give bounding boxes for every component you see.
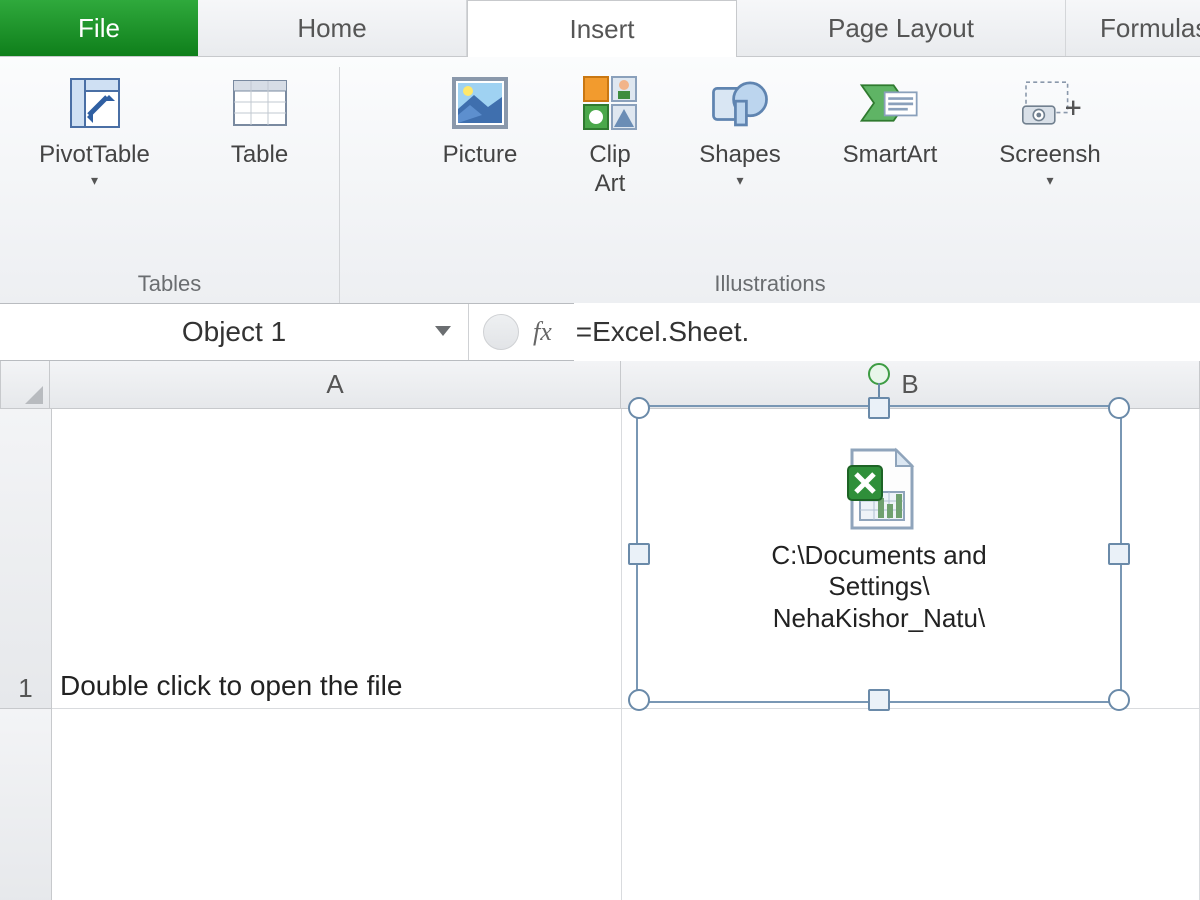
- cancel-formula-disabled: [483, 314, 519, 350]
- pivot-table-button[interactable]: PivotTable ▾: [10, 67, 180, 271]
- embedded-object-caption: C:\Documents and Settings\ NehaKishor_Na…: [771, 540, 986, 634]
- select-all-corner[interactable]: [0, 361, 50, 409]
- screenshot-button[interactable]: Screensh ▾: [975, 67, 1125, 271]
- dropdown-icon: ▾: [91, 172, 98, 189]
- ribbon-group-illustrations: Picture Clip Art: [340, 67, 1200, 303]
- ribbon-tabs: File Home Insert Page Layout Formulas: [0, 0, 1200, 57]
- picture-icon: [448, 71, 512, 135]
- clipart-button[interactable]: Clip Art: [555, 67, 665, 271]
- table-button[interactable]: Table: [190, 67, 330, 271]
- embedded-object-content: C:\Documents and Settings\ NehaKishor_Na…: [638, 407, 1120, 701]
- table-icon: [228, 71, 292, 135]
- cell-a1[interactable]: Double click to open the file: [52, 409, 622, 709]
- shapes-button[interactable]: Shapes ▾: [675, 67, 805, 271]
- ribbon: PivotTable ▾ Table Tabl: [0, 57, 1200, 304]
- tab-formulas[interactable]: Formulas: [1066, 0, 1200, 56]
- formula-input[interactable]: [574, 303, 1200, 361]
- shapes-icon: [708, 71, 772, 135]
- formula-bar: Object 1 fx: [0, 304, 1200, 361]
- group-label-tables: Tables: [138, 271, 202, 303]
- picture-button[interactable]: Picture: [415, 67, 545, 271]
- chevron-down-icon[interactable]: [432, 316, 454, 348]
- screenshot-label: Screensh: [999, 141, 1100, 170]
- excel-file-icon: [834, 444, 924, 534]
- column-headers: A B: [0, 361, 1200, 409]
- smartart-button[interactable]: SmartArt: [815, 67, 965, 271]
- name-box-value: Object 1: [182, 316, 286, 348]
- smartart-icon: [858, 71, 922, 135]
- name-box[interactable]: Object 1: [0, 304, 469, 360]
- screenshot-icon: [1018, 71, 1082, 135]
- pivot-table-label: PivotTable: [39, 141, 150, 170]
- cell-a2[interactable]: [52, 709, 622, 900]
- row-header-1[interactable]: 1: [0, 409, 52, 709]
- ribbon-group-tables: PivotTable ▾ Table Tabl: [0, 67, 340, 303]
- cell-b2[interactable]: [622, 709, 1200, 900]
- row-header-2[interactable]: [0, 709, 52, 900]
- tab-insert[interactable]: Insert: [467, 0, 737, 57]
- smartart-label: SmartArt: [843, 141, 938, 170]
- dropdown-icon: ▾: [1046, 172, 1053, 189]
- tab-file[interactable]: File: [0, 0, 198, 56]
- dropdown-icon: ▾: [736, 172, 743, 189]
- picture-label: Picture: [443, 141, 518, 170]
- table-label: Table: [231, 141, 288, 170]
- clipart-icon: [578, 71, 642, 135]
- group-label-illustrations: Illustrations: [714, 271, 825, 303]
- tab-page-layout[interactable]: Page Layout: [737, 0, 1066, 56]
- embedded-object[interactable]: C:\Documents and Settings\ NehaKishor_Na…: [636, 405, 1122, 703]
- shapes-label: Shapes: [699, 141, 780, 170]
- rotate-handle[interactable]: [868, 363, 890, 385]
- pivot-table-icon: [63, 71, 127, 135]
- row-2: [0, 709, 1200, 900]
- tab-home[interactable]: Home: [198, 0, 467, 56]
- clipart-label: Clip Art: [589, 141, 630, 199]
- col-header-a[interactable]: A: [50, 361, 621, 409]
- fx-icon[interactable]: fx: [533, 317, 552, 347]
